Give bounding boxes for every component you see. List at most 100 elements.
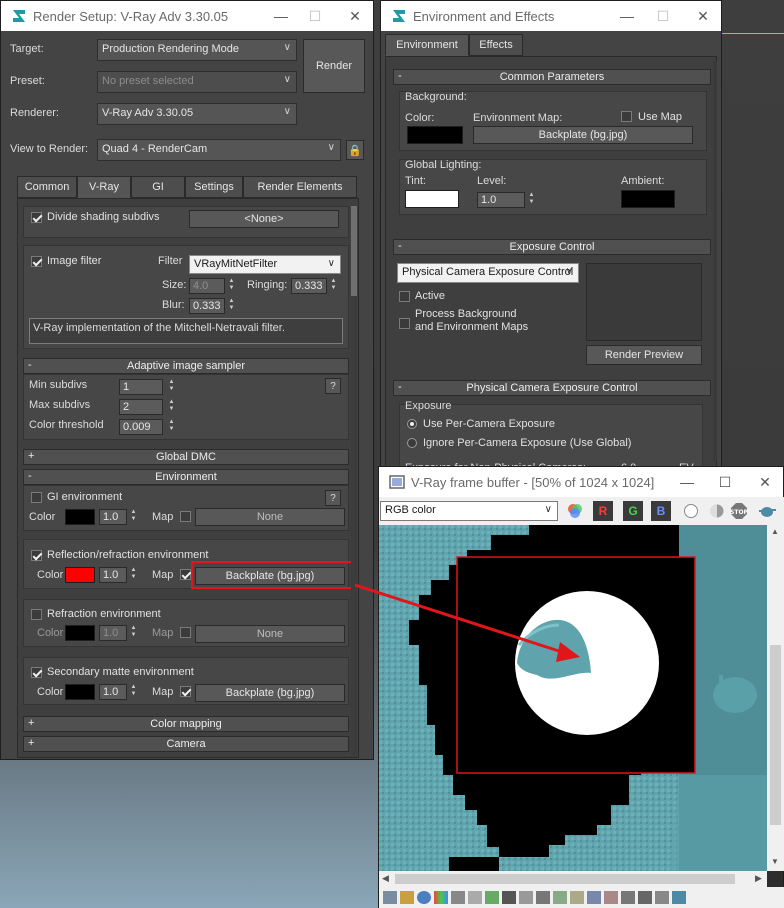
filter-dropdown[interactable]: VRayMitNetFilter ∨ [189, 255, 341, 274]
ignore-per-camera-radio[interactable] [407, 438, 417, 448]
tab-common[interactable]: Common [17, 176, 77, 198]
divide-shading-checkbox[interactable] [31, 212, 42, 223]
size-spinner-arrows[interactable]: ▲ ▼ [227, 278, 236, 294]
process-background-checkbox[interactable] [399, 318, 410, 329]
green-channel-button[interactable]: G [623, 501, 643, 521]
secondary-multiplier-spinner[interactable]: 1.0 [99, 684, 127, 700]
tab-gi[interactable]: GI [131, 176, 185, 198]
maximize-icon[interactable]: ☐ [645, 1, 681, 31]
secondary-map-checkbox[interactable] [180, 686, 191, 697]
close-icon[interactable]: ✕ [685, 1, 721, 31]
scroll-thumb[interactable] [770, 645, 781, 825]
history-icon[interactable] [587, 891, 601, 904]
min-subdivs-arrows[interactable]: ▲ ▼ [167, 379, 176, 395]
color-channels-icon[interactable] [565, 501, 585, 521]
refraction-color-swatch[interactable] [65, 625, 95, 641]
lut-icon[interactable] [519, 891, 533, 904]
tab-render-elements[interactable]: Render Elements [243, 176, 357, 198]
gi-environment-checkbox[interactable] [31, 492, 42, 503]
refraction-multiplier-arrows[interactable]: ▲ ▼ [129, 625, 138, 641]
scroll-up-icon[interactable]: ▲ [771, 527, 779, 536]
stamp-icon[interactable] [604, 891, 618, 904]
refraction-environment-checkbox[interactable] [31, 609, 42, 620]
ringing-spinner[interactable]: 0.333 [291, 278, 327, 294]
mono-mode-icon[interactable] [707, 501, 727, 521]
gi-map-button[interactable]: None [195, 508, 345, 526]
vfb-channel-dropdown[interactable]: RGB color ∨ [380, 501, 558, 521]
reflection-multiplier-spinner[interactable]: 1.0 [99, 567, 127, 583]
gi-multiplier-arrows[interactable]: ▲ ▼ [129, 509, 138, 525]
divide-shading-none-button[interactable]: <None> [189, 210, 339, 228]
renderer-dropdown[interactable]: V-Ray Adv 3.30.05 ∨ [97, 103, 297, 125]
render-button[interactable]: Render [303, 39, 365, 93]
max-subdivs-spinner[interactable]: 2 [119, 399, 163, 415]
scroll-right-icon[interactable]: ▶ [755, 873, 762, 884]
secondary-multiplier-arrows[interactable]: ▲ ▼ [129, 684, 138, 700]
minimize-icon[interactable]: — [669, 467, 705, 497]
use-map-checkbox[interactable] [621, 111, 632, 122]
target-dropdown[interactable]: Production Rendering Mode ∨ [97, 39, 297, 61]
curves-icon[interactable] [451, 891, 465, 904]
scroll-thumb[interactable] [351, 206, 357, 296]
tab-settings[interactable]: Settings [185, 176, 243, 198]
info-icon[interactable] [417, 891, 431, 904]
compare-icon[interactable] [553, 891, 567, 904]
tab-effects[interactable]: Effects [469, 34, 523, 56]
lock-view-button[interactable]: 🔒 [346, 140, 364, 160]
gi-multiplier-spinner[interactable]: 1.0 [99, 509, 127, 525]
hsl-icon[interactable] [485, 891, 499, 904]
tab-environment[interactable]: Environment [385, 34, 469, 56]
save-image-icon[interactable] [383, 891, 397, 904]
tint-color-swatch[interactable] [405, 190, 459, 208]
rollout-color-mapping[interactable]: + Color mapping [23, 716, 349, 732]
levels-icon[interactable] [502, 891, 516, 904]
rollout-camera[interactable]: + Camera [23, 736, 349, 752]
refraction-map-checkbox[interactable] [180, 627, 191, 638]
vfb-settings-icon[interactable] [672, 891, 686, 904]
minimize-icon[interactable]: — [609, 1, 645, 31]
environment-map-button[interactable]: Backplate (bg.jpg) [473, 126, 693, 144]
reflection-environment-checkbox[interactable] [31, 550, 42, 561]
refraction-map-button[interactable]: None [195, 625, 345, 643]
rollout-environment[interactable]: - Environment [23, 469, 349, 485]
scroll-left-icon[interactable]: ◀ [382, 873, 389, 884]
rollout-common-parameters[interactable]: - Common Parameters [393, 69, 711, 85]
rollout-adaptive-image-sampler[interactable]: - Adaptive image sampler [23, 358, 349, 374]
red-channel-button[interactable]: R [593, 501, 613, 521]
refraction-multiplier-spinner[interactable]: 1.0 [99, 625, 127, 641]
scroll-thumb[interactable] [395, 874, 735, 884]
load-image-icon[interactable] [400, 891, 414, 904]
gi-color-swatch[interactable] [65, 509, 95, 525]
secondary-color-swatch[interactable] [65, 684, 95, 700]
render-setup-scrollbar[interactable] [351, 206, 357, 756]
environment-help-button[interactable]: ? [325, 490, 341, 506]
render-setup-titlebar[interactable]: Render Setup: V-Ray Adv 3.30.05 — ☐ ✕ [1, 1, 373, 31]
adaptive-help-button[interactable]: ? [325, 378, 341, 394]
env-effects-titlebar[interactable]: Environment and Effects — ☐ ✕ [381, 1, 721, 31]
alpha-channel-icon[interactable] [681, 501, 701, 521]
exposure-type-dropdown[interactable]: Physical Camera Exposure Control ∨ [397, 263, 579, 283]
rollout-global-dmc[interactable]: + Global DMC [23, 449, 349, 465]
ambient-color-swatch[interactable] [621, 190, 675, 208]
vfb-vertical-scrollbar[interactable]: ▲ ▼ [767, 525, 784, 871]
max-subdivs-arrows[interactable]: ▲ ▼ [167, 399, 176, 415]
image-filter-checkbox[interactable] [31, 256, 42, 267]
secondary-map-button[interactable]: Backplate (bg.jpg) [195, 684, 345, 702]
minimize-icon[interactable]: — [263, 1, 299, 31]
vfb-titlebar[interactable]: V-Ray frame buffer - [50% of 1024 x 1024… [379, 467, 783, 497]
histogram-icon[interactable] [536, 891, 550, 904]
secondary-matte-checkbox[interactable] [31, 667, 42, 678]
use-per-camera-radio[interactable] [407, 419, 417, 429]
reflection-map-checkbox[interactable] [180, 569, 191, 580]
color-threshold-arrows[interactable]: ▲ ▼ [167, 419, 176, 435]
close-icon[interactable]: ✕ [747, 467, 783, 497]
min-subdivs-spinner[interactable]: 1 [119, 379, 163, 395]
blue-channel-button[interactable]: B [651, 501, 671, 521]
reflection-multiplier-arrows[interactable]: ▲ ▼ [129, 567, 138, 583]
stop-render-icon[interactable]: STOP [729, 501, 749, 521]
size-spinner[interactable]: 4.0 [189, 278, 225, 294]
exposure-icon[interactable] [468, 891, 482, 904]
rollout-physical-camera-exposure[interactable]: - Physical Camera Exposure Control [393, 380, 711, 396]
level-spinner-arrows[interactable]: ▲ ▼ [527, 192, 536, 208]
exposure-active-checkbox[interactable] [399, 291, 410, 302]
